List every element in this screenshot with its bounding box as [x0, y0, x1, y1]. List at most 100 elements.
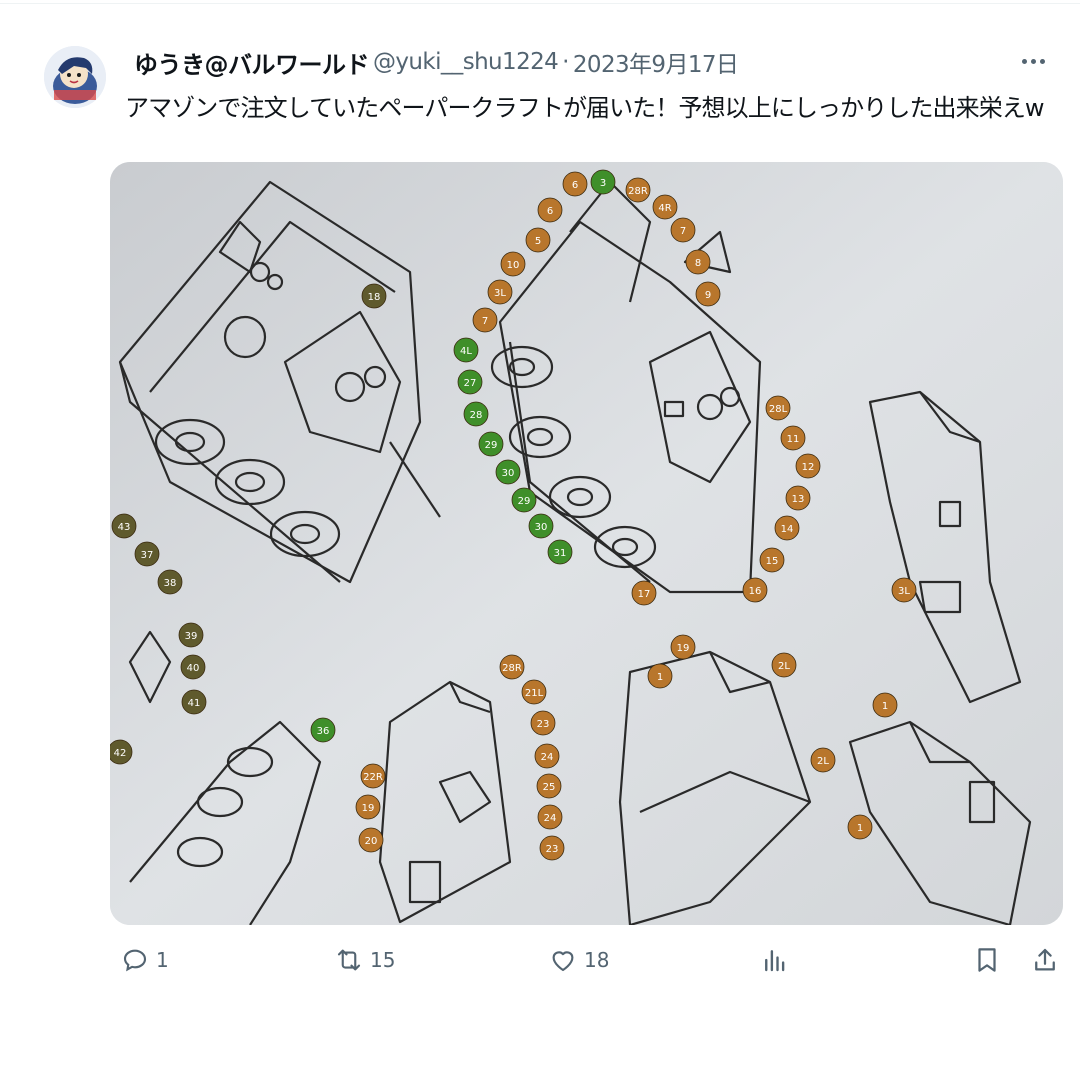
like-button[interactable]: 18 [548, 938, 609, 982]
avatar[interactable] [44, 46, 106, 108]
display-name[interactable]: ゆうき@バルワールド [134, 45, 370, 80]
part-number-label: 19 [362, 803, 375, 814]
part-number-label: 16 [749, 586, 762, 597]
part-number-marker: 31 [547, 539, 573, 565]
part-number-marker: 1 [647, 663, 673, 689]
part-number-label: 25 [543, 782, 556, 793]
part-number-marker: 11 [780, 425, 806, 451]
part-number-label: 10 [507, 260, 520, 271]
part-number-marker: 8 [685, 249, 711, 275]
part-number-label: 28R [628, 186, 648, 197]
part-number-marker: 19 [355, 794, 381, 820]
part-number-marker: 28 [463, 401, 489, 427]
part-number-marker: 30 [495, 459, 521, 485]
part-number-label: 11 [787, 434, 800, 445]
part-number-marker: 15 [759, 547, 785, 573]
part-number-marker: 3 [590, 169, 616, 195]
timestamp[interactable]: 2023年9月17日 [573, 45, 739, 79]
part-number-label: 30 [502, 468, 515, 479]
retweet-count: 15 [370, 948, 396, 972]
views-button[interactable] [760, 938, 790, 982]
tweet-header: ゆうき@バルワールド @yuki__shu1224 · 2023年9月17日 [134, 44, 739, 80]
reply-icon [123, 949, 147, 972]
tweet-actions: 1 15 18 [0, 938, 1080, 982]
part-number-marker: 2L [810, 747, 836, 773]
part-number-label: 2L [817, 756, 829, 767]
part-number-marker: 40 [180, 654, 206, 680]
part-number-marker: 29 [478, 431, 504, 457]
part-number-marker: 1 [872, 692, 898, 718]
part-number-label: 3 [600, 178, 606, 189]
reply-button[interactable]: 1 [120, 938, 169, 982]
part-number-label: 36 [317, 726, 330, 737]
part-number-marker: 17 [631, 580, 657, 606]
part-number-label: 23 [537, 719, 550, 730]
part-number-label: 2L [778, 661, 790, 672]
part-number-label: 38 [164, 578, 177, 589]
avatar-image [44, 46, 106, 108]
part-number-marker: 3L [487, 279, 513, 305]
part-number-marker: 7 [670, 217, 696, 243]
part-number-marker: 27 [457, 369, 483, 395]
part-number-label: 15 [766, 556, 779, 567]
part-number-label: 29 [518, 496, 531, 507]
part-number-marker: 24 [534, 743, 560, 769]
more-dots-icon[interactable] [1016, 46, 1050, 76]
user-handle[interactable]: @yuki__shu1224 [373, 49, 559, 75]
part-number-marker: 19 [670, 634, 696, 660]
part-number-label: 3L [898, 586, 910, 597]
part-number-label: 3L [494, 288, 506, 299]
part-number-label: 17 [638, 589, 651, 600]
part-number-label: 42 [114, 748, 127, 759]
share-button[interactable] [1030, 938, 1060, 982]
part-number-label: 39 [185, 631, 198, 642]
tweet-media-photo[interactable]: 6 3 28R 4R 6 5 7 8 9 10 3L 7 4L 27 28 29 30 29 30 31 28L 11 12… [110, 162, 1063, 925]
part-number-label: 8 [695, 258, 701, 269]
part-number-label: 5 [535, 236, 541, 247]
part-number-label: 43 [118, 522, 131, 533]
heart-icon [552, 951, 574, 972]
part-number-marker: 36 [310, 717, 336, 743]
part-number-marker: 25 [536, 773, 562, 799]
part-number-marker: 23 [530, 710, 556, 736]
part-number-marker: 28L [765, 395, 791, 421]
part-number-label: 29 [485, 440, 498, 451]
part-number-marker: 23 [539, 835, 565, 861]
part-number-marker: 28R [625, 177, 651, 203]
part-number-label: 14 [781, 524, 794, 535]
part-number-marker: 29 [511, 487, 537, 513]
part-number-label: 4R [658, 203, 671, 214]
bookmark-button[interactable] [972, 938, 1002, 982]
part-number-label: 28L [769, 404, 788, 415]
part-number-marker: 30 [528, 513, 554, 539]
part-number-marker: 5 [525, 227, 551, 253]
part-number-label: 41 [188, 698, 201, 709]
part-number-label: 1 [857, 823, 863, 834]
part-number-marker: 39 [178, 622, 204, 648]
part-number-label: 20 [365, 836, 378, 847]
part-number-marker: 13 [785, 485, 811, 511]
part-number-marker: 42 [110, 739, 133, 765]
part-number-label: 1 [657, 672, 663, 683]
part-number-label: 4L [460, 346, 472, 357]
tweet-text: アマゾンで注文していたペーパークラフトが届いた！予想以上にしっかりした出来栄えw [125, 94, 1045, 122]
part-number-marker: 4L [453, 337, 479, 363]
part-number-label: 7 [680, 226, 686, 237]
retweet-button[interactable]: 15 [334, 938, 395, 982]
part-number-label: 37 [141, 550, 154, 561]
part-number-marker: 7 [472, 307, 498, 333]
part-number-label: 18 [368, 292, 381, 303]
part-number-marker: 9 [695, 281, 721, 307]
share-icon [1035, 948, 1055, 971]
bookmark-icon [978, 948, 996, 972]
part-number-label: 30 [535, 522, 548, 533]
part-number-label: 23 [546, 844, 559, 855]
part-number-marker: 3L [891, 577, 917, 603]
part-number-marker: 6 [537, 197, 563, 223]
part-number-label: 24 [544, 813, 557, 824]
part-number-marker: 1 [847, 814, 873, 840]
part-number-marker: 18 [361, 283, 387, 309]
part-number-label: 6 [572, 180, 578, 191]
part-number-marker: 22R [360, 763, 386, 789]
part-number-marker: 24 [537, 804, 563, 830]
